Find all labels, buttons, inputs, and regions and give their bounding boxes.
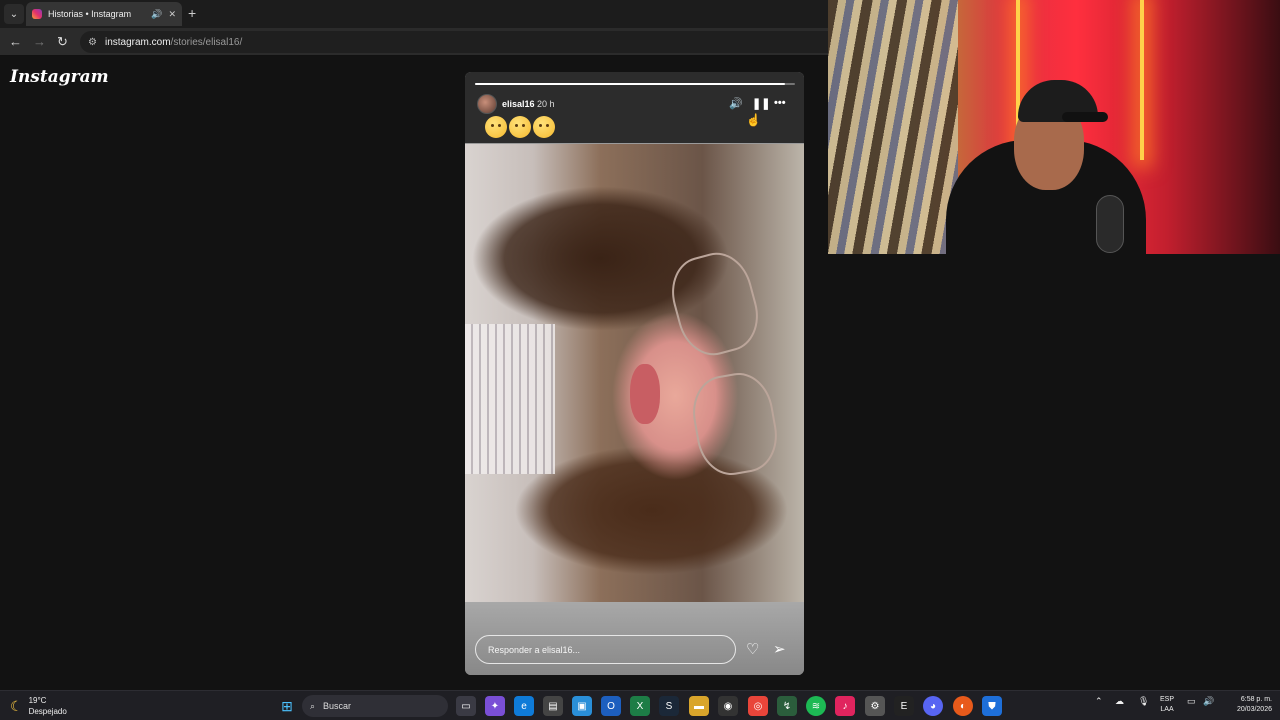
store-icon[interactable]: ▤: [543, 696, 563, 716]
browser-tab[interactable]: Historias • Instagram 🔊 ✕: [26, 2, 182, 26]
pause-icon[interactable]: ❚❚: [752, 97, 770, 110]
reload-icon[interactable]: ↻: [57, 34, 68, 50]
shield-icon[interactable]: ⛊: [982, 696, 1002, 716]
relieved-face-icon: [533, 116, 555, 138]
search-label: Buscar: [323, 701, 352, 711]
cap-brim-shape: [1062, 112, 1108, 122]
tray-chevron-icon[interactable]: ⌃: [1095, 696, 1103, 707]
photos-icon[interactable]: ▣: [572, 696, 592, 716]
display-icon[interactable]: ▭: [1187, 696, 1196, 707]
weather-text: 19°C Despejado: [29, 695, 67, 717]
epic-games-icon[interactable]: E: [894, 696, 914, 716]
forward-arrow-icon[interactable]: →: [33, 34, 46, 49]
url-text: instagram.com/stories/elisal16/: [105, 37, 242, 48]
speaker-icon[interactable]: 🔊: [1203, 696, 1214, 707]
taskbar-search[interactable]: ⌕ Buscar: [302, 695, 448, 717]
weather-desc: Despejado: [28, 707, 67, 716]
right-background: [828, 254, 1280, 690]
clock-date: 20/03/2026: [1236, 706, 1272, 713]
neon-lamp-shape: [1140, 0, 1144, 160]
steam-icon[interactable]: S: [659, 696, 679, 716]
file-explorer-icon[interactable]: ▬: [689, 696, 709, 716]
webcam-overlay: [828, 0, 1280, 254]
back-arrow-icon[interactable]: ←: [9, 34, 22, 49]
tab-audio-icon[interactable]: 🔊: [151, 9, 162, 20]
lips-shape: [630, 364, 660, 424]
story-time: 20 h: [537, 99, 555, 109]
story-photo: [465, 144, 804, 602]
volume-icon[interactable]: 🔊: [729, 97, 743, 110]
tab-title: Historias • Instagram: [48, 9, 132, 19]
story-username[interactable]: elisal16: [502, 99, 535, 109]
instagram-logo[interactable]: Instagram: [10, 67, 109, 87]
instagram-favicon-icon: [32, 9, 42, 19]
tab-search-menu-icon[interactable]: ⌄: [4, 4, 24, 24]
story-footer: Responder a elisal16... ♡ ➢: [465, 602, 804, 675]
microphone-icon[interactable]: 🎙: [1138, 696, 1149, 707]
browser-tab-bar: ⌄ Historias • Instagram 🔊 ✕ +: [0, 0, 828, 28]
obs-icon[interactable]: ◉: [718, 696, 738, 716]
story-progress-fill: [475, 83, 786, 85]
windows-taskbar: ☾ 19°C Despejado ⊞ ⌕ Buscar ▭ ✦ e ▤ ▣ O …: [0, 690, 1280, 720]
avatar[interactable]: [477, 94, 497, 114]
heart-icon[interactable]: ♡: [746, 640, 759, 658]
settings-icon[interactable]: ⚙: [865, 696, 885, 716]
task-view-icon[interactable]: ▭: [456, 696, 476, 716]
excel-icon[interactable]: X: [630, 696, 650, 716]
cloud-icon[interactable]: ☁: [1115, 696, 1124, 707]
curtain-shape: [828, 0, 958, 254]
lang-top: ESP: [1160, 696, 1175, 703]
app-icon[interactable]: ↯: [777, 696, 797, 716]
taskbar-clock[interactable]: 6:58 p. m. 20/03/2026: [1226, 695, 1272, 715]
more-options-icon[interactable]: •••: [774, 97, 786, 109]
copilot-icon[interactable]: ✦: [485, 696, 505, 716]
chrome-icon[interactable]: ◎: [748, 696, 768, 716]
spotify-icon[interactable]: ≋: [806, 696, 826, 716]
send-icon[interactable]: ➢: [773, 640, 786, 658]
address-toolbar: ← → ↻ ⚙ instagram.com/stories/elisal16/: [0, 28, 828, 56]
search-icon: ⌕: [310, 700, 316, 711]
weary-face-icon: [509, 116, 531, 138]
weather-temp: 19°C: [28, 696, 47, 705]
story-progress-bar: [475, 83, 795, 85]
emoji-sticker: [485, 116, 555, 138]
url-host: instagram.com: [104, 36, 171, 48]
microphone-shape: [1096, 195, 1124, 253]
new-tab-icon[interactable]: +: [188, 5, 196, 21]
story-header: elisal16 20 h 🔊 ❚❚ •••: [465, 72, 804, 143]
site-info-icon[interactable]: ⚙: [88, 37, 97, 48]
outlook-icon[interactable]: O: [601, 696, 621, 716]
lang-bottom: LAA: [1160, 706, 1174, 713]
url-bar[interactable]: ⚙ instagram.com/stories/elisal16/: [80, 31, 828, 53]
story-viewer[interactable]: elisal16 20 h 🔊 ❚❚ ••• Responder a elisa…: [465, 72, 804, 675]
weather-widget[interactable]: ☾ 19°C Despejado: [10, 695, 67, 717]
instagram-page: Instagram elisal16 20 h 🔊 ❚❚ ••• Respond: [0, 57, 828, 690]
discord-icon[interactable]: ◕: [923, 696, 943, 716]
edge-icon[interactable]: e: [514, 696, 534, 716]
mouse-cursor-icon: ☝: [746, 113, 761, 127]
reply-input[interactable]: Responder a elisal16...: [475, 635, 736, 664]
browser-app-icon[interactable]: ◐: [953, 696, 973, 716]
clock-time: 6:58 p. m.: [1240, 696, 1272, 703]
windows-start-icon[interactable]: ⊞: [277, 696, 297, 716]
url-path: /stories/elisal16/: [170, 36, 243, 48]
language-indicator[interactable]: ESP LAA: [1160, 695, 1174, 715]
flushed-face-icon: [485, 116, 507, 138]
tab-close-icon[interactable]: ✕: [168, 9, 176, 20]
glasses-shape: [686, 367, 784, 481]
tiktok-icon[interactable]: ♪: [835, 696, 855, 716]
moon-icon: ☾: [10, 697, 23, 714]
glasses-shape: [663, 245, 767, 363]
